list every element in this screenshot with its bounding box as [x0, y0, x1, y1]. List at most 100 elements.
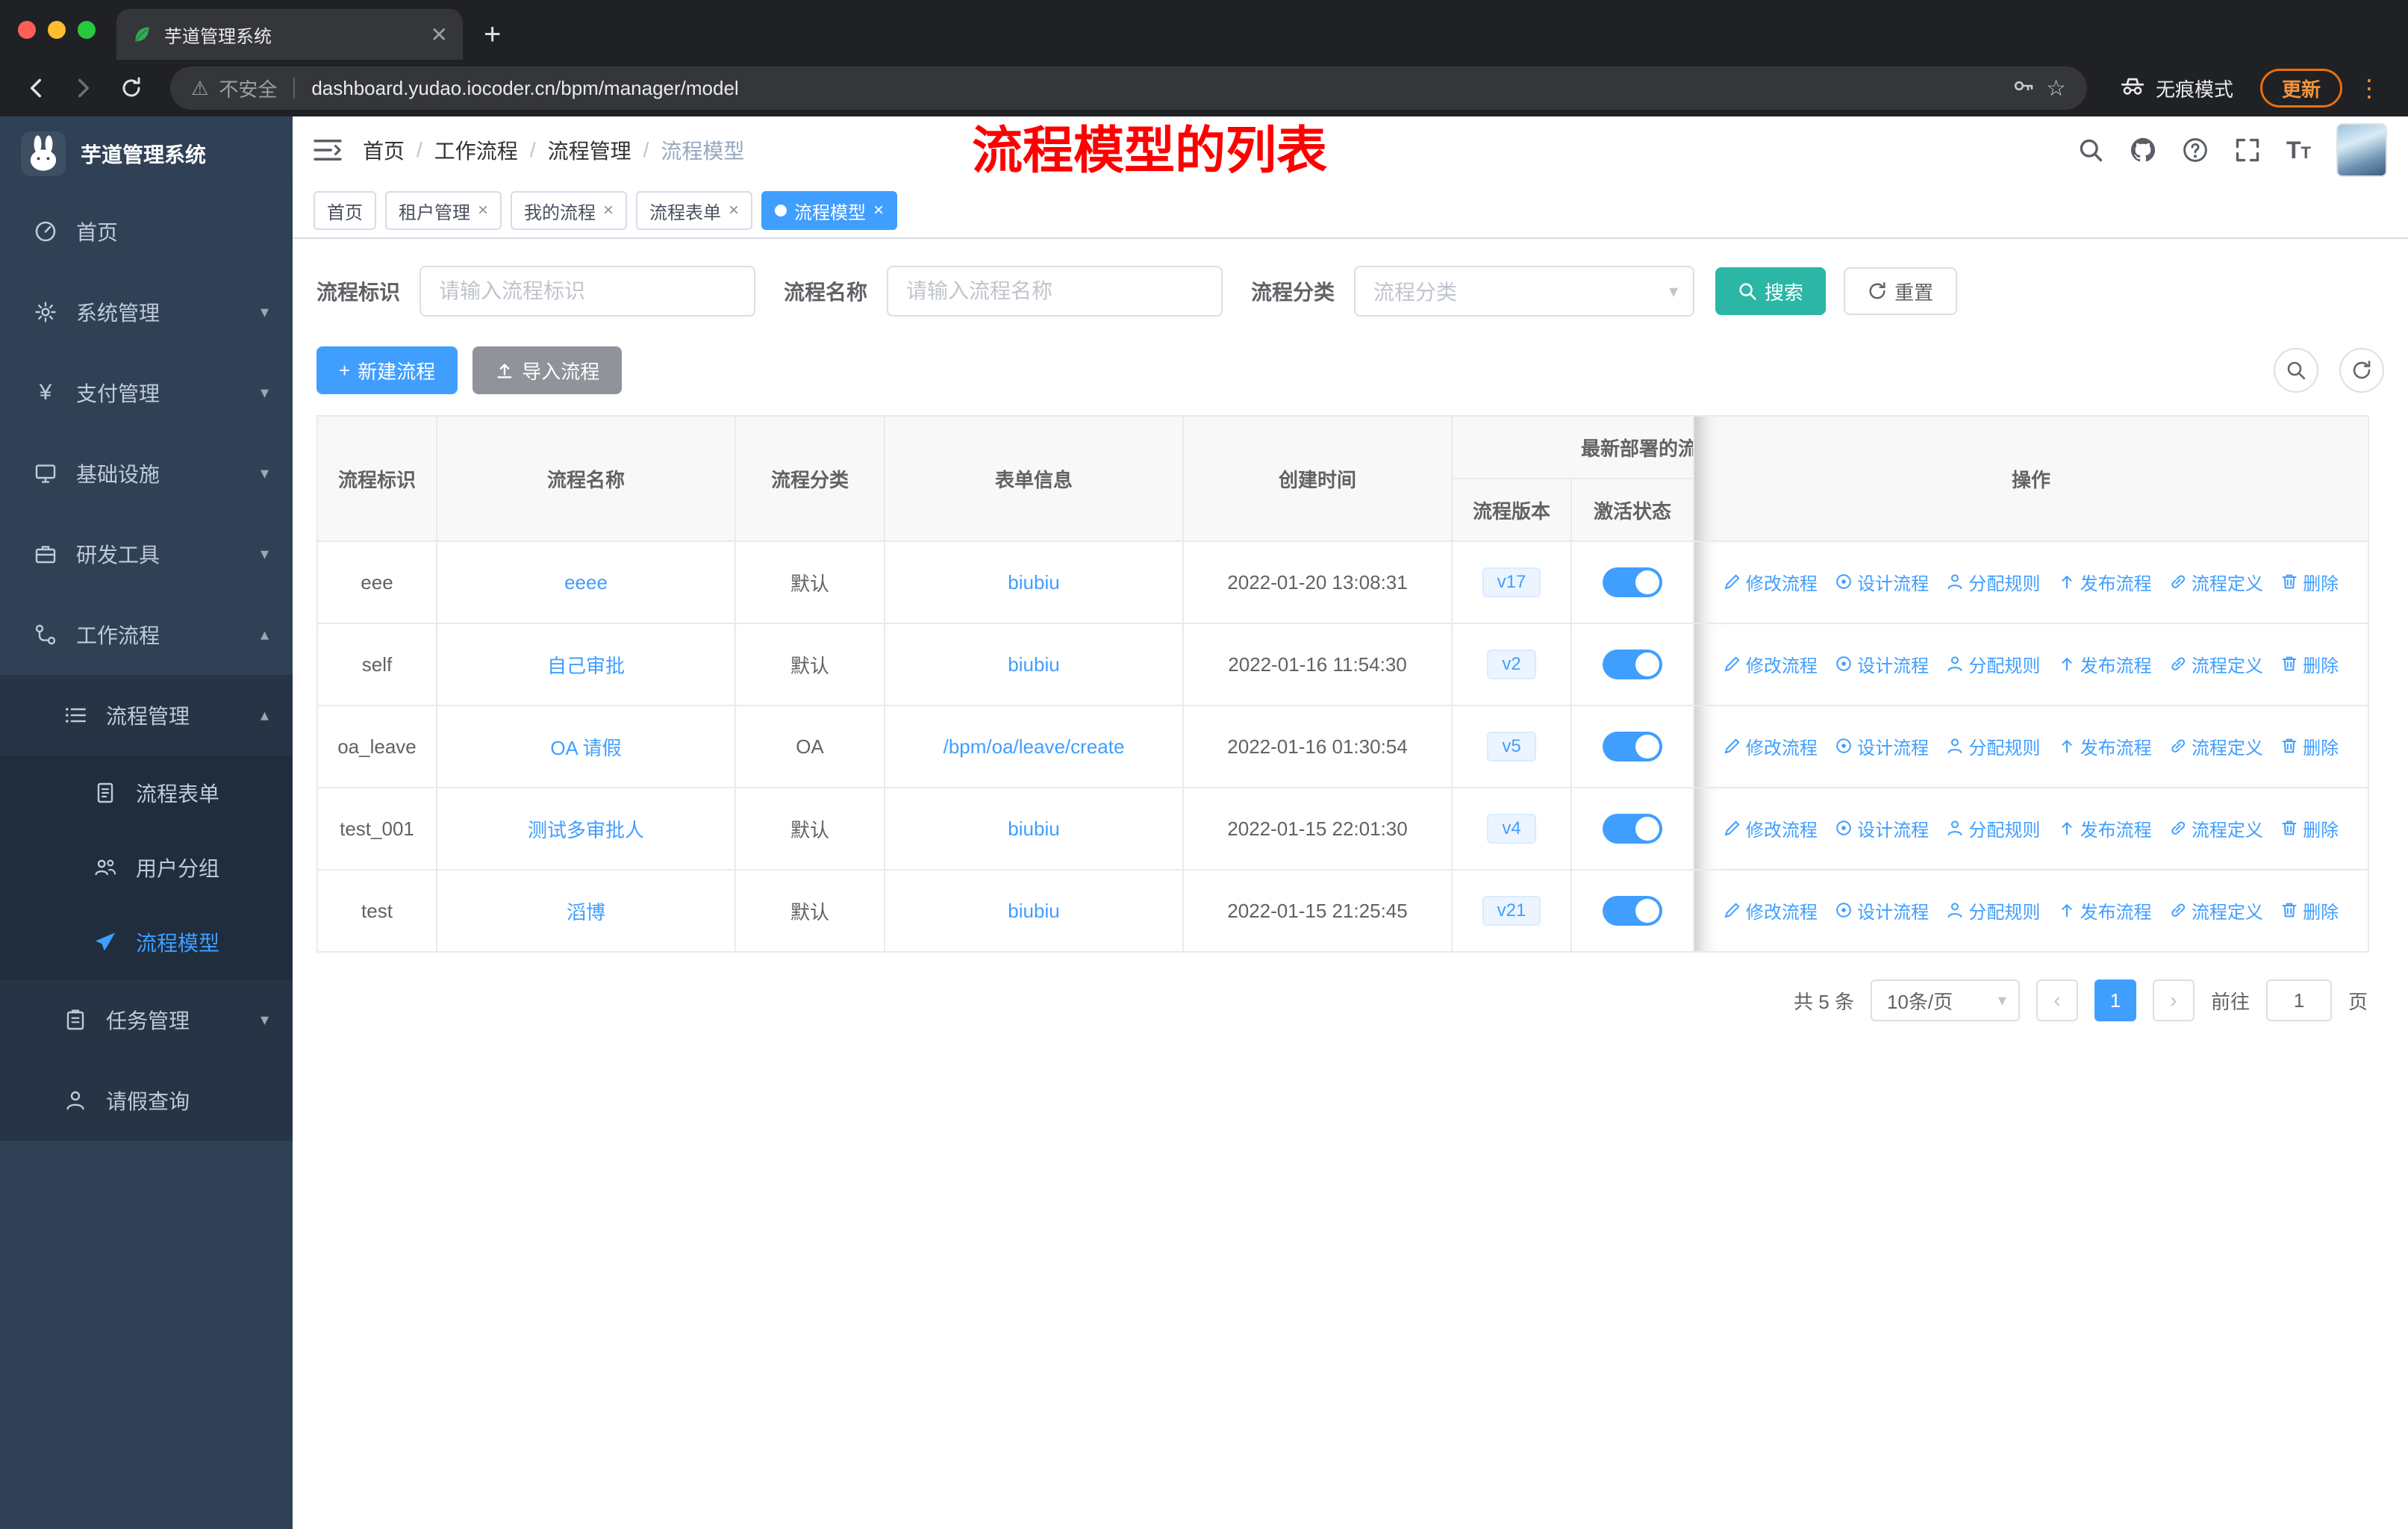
new-tab-button[interactable]: +	[463, 9, 522, 60]
next-page-button[interactable]: ›	[2152, 980, 2195, 1021]
browser-tab[interactable]: 芋道管理系统 ✕	[116, 9, 463, 60]
sidebar-item-process-form[interactable]: 流程表单	[0, 756, 293, 830]
search-button[interactable]: 搜索	[1715, 267, 1827, 315]
key-icon[interactable]	[2012, 74, 2036, 103]
op-design-process[interactable]: 设计流程	[1835, 651, 1929, 677]
op-process-definition[interactable]: 流程定义	[2169, 569, 2263, 595]
toggle-search-button[interactable]	[2274, 348, 2318, 393]
reset-button[interactable]: 重置	[1844, 267, 1958, 315]
tag-my-process[interactable]: 我的流程 ×	[511, 191, 628, 230]
page-1-button[interactable]: 1	[2094, 980, 2136, 1021]
op-edit-process[interactable]: 修改流程	[1724, 897, 1818, 924]
question-icon[interactable]	[2182, 137, 2209, 164]
tab-close-icon[interactable]: ✕	[431, 22, 448, 47]
op-assign-rule[interactable]: 分配规则	[1946, 651, 2040, 677]
sidebar-item-home[interactable]: 首页	[0, 191, 293, 272]
minimize-window-button[interactable]	[48, 21, 66, 39]
close-icon[interactable]: ×	[603, 200, 614, 221]
forward-button[interactable]	[63, 67, 105, 109]
active-toggle[interactable]	[1603, 896, 1662, 926]
bookmark-star-icon[interactable]: ☆	[2046, 75, 2066, 102]
op-edit-process[interactable]: 修改流程	[1724, 733, 1818, 759]
op-publish-process[interactable]: 发布流程	[2058, 569, 2152, 595]
close-window-button[interactable]	[18, 21, 36, 39]
op-process-definition[interactable]: 流程定义	[2169, 651, 2263, 677]
sidebar-item-task-manage[interactable]: 任务管理 ▾	[0, 980, 293, 1060]
op-assign-rule[interactable]: 分配规则	[1946, 569, 2040, 595]
refresh-table-button[interactable]	[2339, 348, 2384, 393]
url-text[interactable]: dashboard.yudao.iocoder.cn/bpm/manager/m…	[311, 77, 2001, 100]
security-label[interactable]: 不安全	[219, 75, 277, 102]
op-process-definition[interactable]: 流程定义	[2169, 733, 2263, 759]
close-icon[interactable]: ×	[729, 200, 739, 221]
github-icon[interactable]	[2130, 137, 2156, 164]
cell-form-info-link[interactable]: biubiu	[884, 541, 1184, 624]
process-id-input[interactable]	[419, 266, 756, 317]
close-icon[interactable]: ×	[478, 200, 488, 221]
breadcrumb-home[interactable]: 首页	[363, 135, 405, 165]
sidebar-item-user-group[interactable]: 用户分组	[0, 830, 293, 905]
browser-menu-icon[interactable]: ⋮	[2354, 74, 2393, 102]
sidebar-item-process-manage[interactable]: 流程管理 ▴	[0, 675, 293, 756]
tag-tenant-manage[interactable]: 租户管理 ×	[385, 191, 502, 230]
page-size-select[interactable]: 10条/页 ▾	[1870, 980, 2020, 1021]
search-icon[interactable]	[2077, 137, 2104, 164]
import-process-button[interactable]: 导入流程	[472, 346, 623, 394]
back-button[interactable]	[15, 67, 57, 109]
op-edit-process[interactable]: 修改流程	[1724, 569, 1818, 595]
sidebar-item-workflow[interactable]: 工作流程 ▴	[0, 594, 293, 675]
prev-page-button[interactable]: ‹	[2036, 980, 2078, 1021]
cell-process-name-link[interactable]: 测试多审批人	[436, 787, 736, 871]
op-delete[interactable]: 删除	[2280, 815, 2339, 841]
fullscreen-icon[interactable]	[2234, 137, 2261, 164]
op-delete[interactable]: 删除	[2280, 569, 2339, 595]
op-process-definition[interactable]: 流程定义	[2169, 815, 2263, 841]
close-icon[interactable]: ×	[873, 200, 884, 221]
active-toggle[interactable]	[1603, 567, 1662, 597]
op-assign-rule[interactable]: 分配规则	[1946, 733, 2040, 759]
app-logo[interactable]: 芋道管理系统	[0, 116, 293, 191]
update-button[interactable]: 更新	[2259, 69, 2342, 108]
op-design-process[interactable]: 设计流程	[1835, 733, 1929, 759]
op-edit-process[interactable]: 修改流程	[1724, 651, 1818, 677]
active-toggle[interactable]	[1603, 732, 1662, 762]
category-select[interactable]: 流程分类 ▾	[1354, 266, 1695, 317]
avatar[interactable]	[2336, 123, 2387, 177]
cell-process-name-link[interactable]: 自己审批	[436, 623, 736, 706]
text-size-icon[interactable]: TT	[2286, 137, 2311, 164]
op-delete[interactable]: 删除	[2280, 897, 2339, 924]
cell-form-info-link[interactable]: biubiu	[884, 869, 1184, 953]
process-name-input[interactable]	[887, 266, 1223, 317]
cell-process-name-link[interactable]: OA 请假	[436, 705, 736, 788]
sidebar-item-payment[interactable]: ¥ 支付管理 ▾	[0, 352, 293, 433]
cell-form-info-link[interactable]: /bpm/oa/leave/create	[884, 705, 1184, 788]
op-delete[interactable]: 删除	[2280, 733, 2339, 759]
op-edit-process[interactable]: 修改流程	[1724, 815, 1818, 841]
op-assign-rule[interactable]: 分配规则	[1946, 815, 2040, 841]
op-design-process[interactable]: 设计流程	[1835, 897, 1929, 924]
zoom-window-button[interactable]	[78, 21, 96, 39]
breadcrumb-process-manage[interactable]: 流程管理	[548, 135, 631, 165]
url-bar[interactable]: ⚠ 不安全 dashboard.yudao.iocoder.cn/bpm/man…	[170, 66, 2087, 110]
breadcrumb-workflow[interactable]: 工作流程	[434, 135, 518, 165]
op-assign-rule[interactable]: 分配规则	[1946, 897, 2040, 924]
op-process-definition[interactable]: 流程定义	[2169, 897, 2263, 924]
active-toggle[interactable]	[1603, 814, 1662, 844]
tag-home[interactable]: 首页	[314, 191, 376, 230]
sidebar-item-process-model[interactable]: 流程模型	[0, 905, 293, 980]
op-publish-process[interactable]: 发布流程	[2058, 897, 2152, 924]
collapse-sidebar-icon[interactable]	[314, 139, 342, 161]
op-publish-process[interactable]: 发布流程	[2058, 815, 2152, 841]
cell-process-name-link[interactable]: 滔博	[436, 869, 736, 953]
active-toggle[interactable]	[1603, 650, 1662, 679]
op-publish-process[interactable]: 发布流程	[2058, 651, 2152, 677]
sidebar-item-system[interactable]: 系统管理 ▾	[0, 272, 293, 352]
cell-process-name-link[interactable]: eeee	[436, 541, 736, 624]
goto-page-input[interactable]	[2265, 980, 2332, 1021]
tag-process-form[interactable]: 流程表单 ×	[636, 191, 753, 230]
op-delete[interactable]: 删除	[2280, 651, 2339, 677]
cell-form-info-link[interactable]: biubiu	[884, 787, 1184, 871]
tag-process-model[interactable]: 流程模型 ×	[761, 191, 898, 230]
op-design-process[interactable]: 设计流程	[1835, 569, 1929, 595]
create-process-button[interactable]: + 新建流程	[316, 346, 458, 394]
